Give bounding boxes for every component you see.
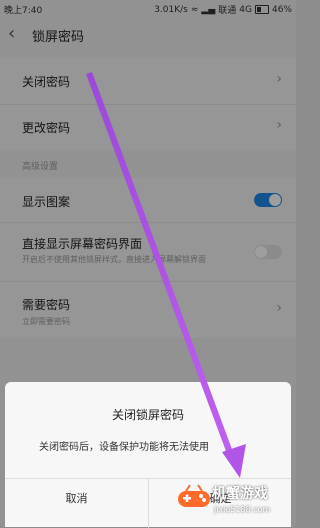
annotation-arrow-shaft <box>86 72 236 462</box>
site-watermark: 机蟹游戏 jixie5188.com <box>176 481 294 525</box>
watermark-name: 机蟹游戏 <box>212 486 268 502</box>
watermark-url: jixie5188.com <box>214 505 271 514</box>
annotation-arrow <box>86 72 246 478</box>
gamepad-logo-icon <box>178 484 210 507</box>
